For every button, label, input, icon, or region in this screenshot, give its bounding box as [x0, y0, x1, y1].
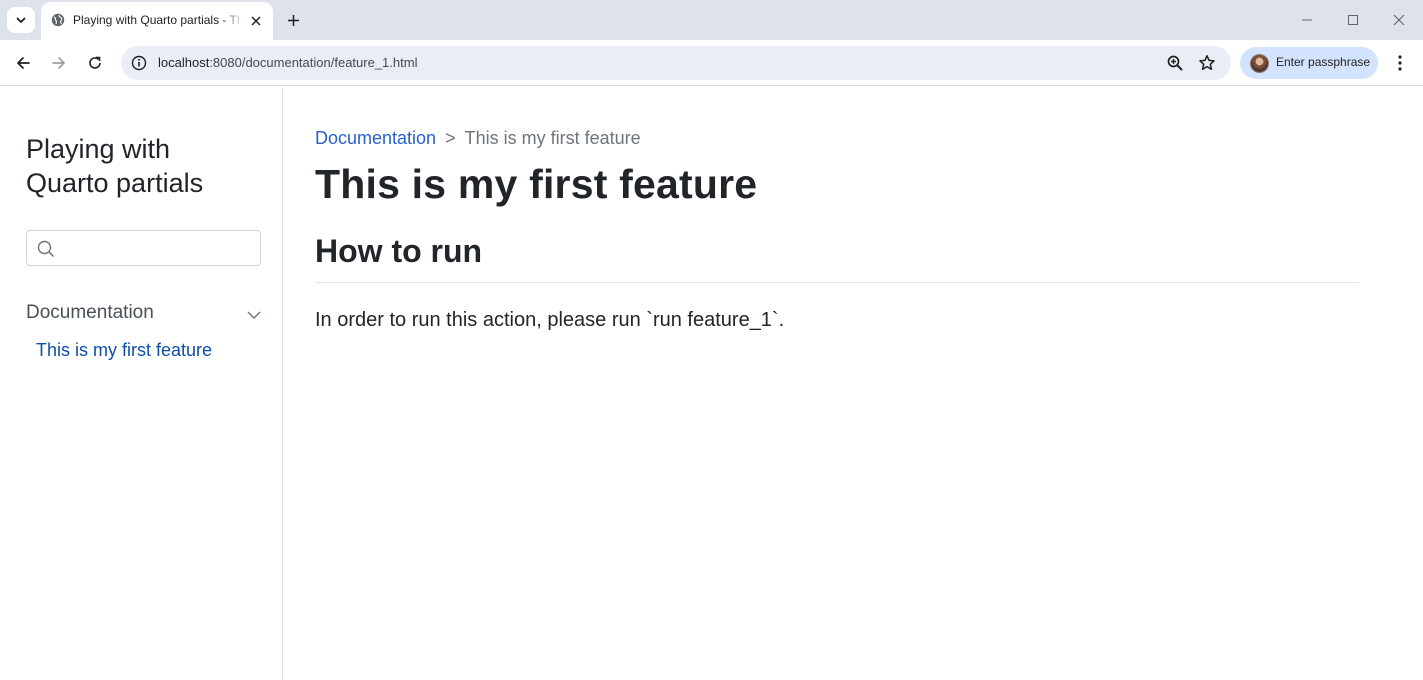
sidebar-section-documentation[interactable]: Documentation: [26, 302, 266, 328]
page-title: This is my first feature: [315, 161, 758, 207]
minimize-button[interactable]: [1295, 8, 1319, 32]
forward-button[interactable]: [46, 50, 72, 76]
reload-icon: [89, 56, 101, 69]
sidebar: Playing with Quarto partials Documentati…: [0, 87, 283, 680]
profile-label: Enter passphrase: [1276, 55, 1371, 69]
address-bar[interactable]: localhost:8080/documentation/feature_1.h…: [121, 46, 1231, 80]
globe-icon: [51, 13, 65, 27]
close-icon: [251, 16, 261, 26]
breadcrumb-current: This is my first feature: [464, 128, 641, 148]
url-path: :8080/documentation/feature_1.html: [209, 55, 418, 70]
site-info-icon[interactable]: [131, 55, 147, 71]
browser-menu-button[interactable]: [1389, 50, 1411, 76]
tab-close-button[interactable]: [248, 13, 264, 29]
reload-button[interactable]: [82, 50, 108, 76]
arrow-left-icon: [17, 57, 30, 69]
site-title[interactable]: Playing with Quarto partials: [26, 132, 266, 200]
breadcrumb: Documentation > This is my first feature: [315, 128, 641, 149]
profile-button[interactable]: Enter passphrase: [1240, 47, 1378, 79]
tab-search-button[interactable]: [7, 7, 35, 33]
breadcrumb-separator: >: [445, 128, 456, 148]
search-icon: [37, 240, 55, 258]
bookmark-star-icon[interactable]: [1198, 54, 1216, 72]
main-content: Documentation > This is my first feature T…: [315, 87, 1359, 680]
chevron-down-icon[interactable]: [246, 307, 262, 323]
sidebar-item-first-feature[interactable]: This is my first feature: [36, 340, 212, 361]
minimize-icon: [1302, 19, 1312, 21]
avatar: [1250, 54, 1269, 73]
close-window-button[interactable]: [1387, 8, 1411, 32]
maximize-button[interactable]: [1341, 8, 1365, 32]
tab-title: Playing with Quarto partials - This is m…: [73, 13, 241, 27]
plus-icon: [287, 14, 299, 26]
sidebar-section-label: Documentation: [26, 302, 154, 323]
search-box[interactable]: [26, 230, 261, 266]
site-title-line-2: Quarto partials: [26, 168, 204, 198]
back-button[interactable]: [10, 50, 36, 76]
body-paragraph: In order to run this action, please run …: [315, 309, 785, 331]
web-page: Playing with Quarto partials Documentati…: [0, 87, 1423, 680]
more-vertical-icon: [1398, 55, 1402, 71]
section-divider: [315, 282, 1359, 283]
site-title-line-1: Playing with: [26, 134, 171, 164]
browser-tab[interactable]: Playing with Quarto partials - This is m…: [41, 2, 273, 40]
tab-strip: Playing with Quarto partials - This is m…: [0, 0, 1423, 40]
chevron-down-icon: [16, 17, 26, 23]
search-input[interactable]: [65, 237, 250, 259]
tab-title-fade: [221, 10, 243, 32]
breadcrumb-link-documentation[interactable]: Documentation: [315, 128, 436, 148]
new-tab-button[interactable]: [282, 9, 304, 31]
arrow-right-icon: [52, 57, 65, 69]
url-text[interactable]: localhost:8080/documentation/feature_1.h…: [158, 55, 417, 70]
section-heading: How to run: [315, 233, 483, 269]
url-host: localhost: [158, 55, 210, 70]
close-icon: [1393, 14, 1405, 26]
zoom-icon[interactable]: [1166, 54, 1184, 72]
browser-toolbar: localhost:8080/documentation/feature_1.h…: [0, 40, 1423, 86]
maximize-icon: [1348, 15, 1358, 25]
